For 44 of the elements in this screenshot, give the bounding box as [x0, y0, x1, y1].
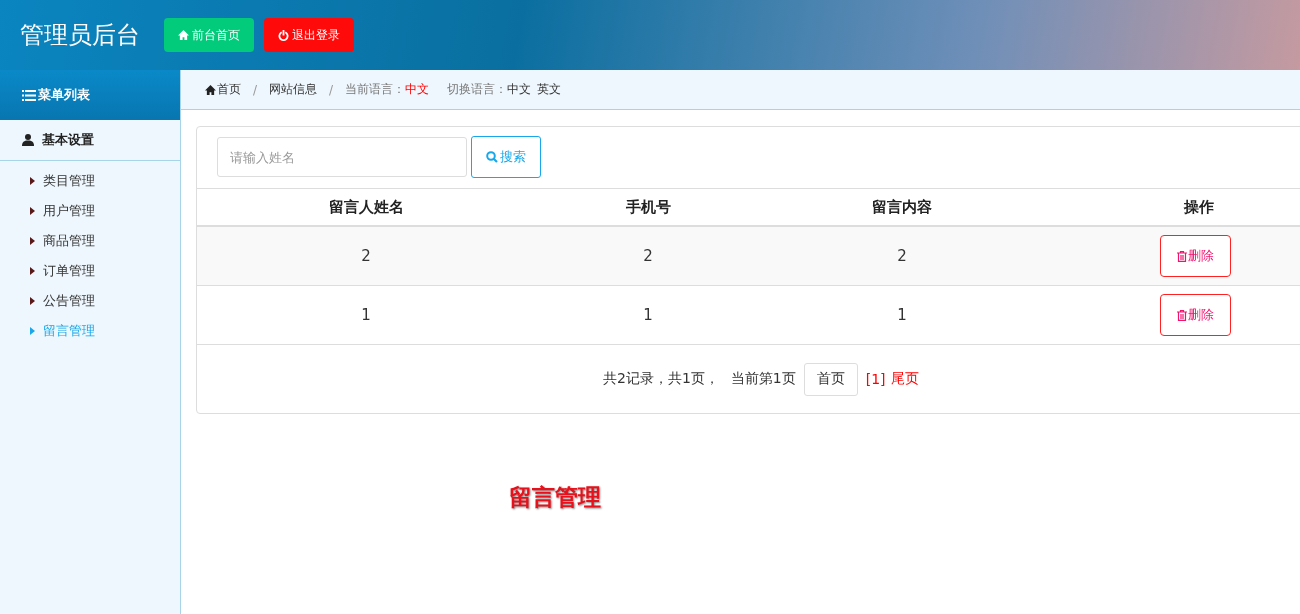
trash-icon — [1177, 250, 1187, 262]
user-icon — [22, 134, 34, 146]
caret-icon — [30, 267, 35, 275]
page-title: 留言管理 — [509, 482, 602, 512]
language-label: 当前语言： — [345, 81, 406, 98]
table-cell: 2 — [761, 227, 1043, 286]
breadcrumb-link[interactable]: 首页 — [205, 81, 241, 98]
current-language: 中文 — [405, 81, 430, 98]
table-cell: 2 — [197, 227, 535, 286]
first-page-button[interactable]: 首页 — [803, 362, 858, 396]
caret-icon — [30, 207, 35, 215]
table-cell: 2 — [535, 227, 761, 286]
menu-title-text: 菜单列表 — [38, 86, 90, 104]
sidebar-item[interactable]: 公告管理 — [0, 286, 180, 316]
home-icon — [205, 84, 216, 95]
language-link[interactable]: 英文 — [537, 81, 562, 98]
app-title: 管理员后台 — [20, 20, 140, 50]
sidebar-item[interactable]: 商品管理 — [0, 226, 180, 256]
trash-icon — [1177, 309, 1187, 321]
power-icon — [278, 29, 289, 41]
caret-icon — [30, 297, 35, 305]
list-icon — [22, 89, 36, 101]
last-page-link[interactable]: 尾页 — [890, 370, 919, 388]
sidebar-item[interactable]: 订单管理 — [0, 256, 180, 286]
record-summary: 共2记录，共1页， — [603, 370, 719, 388]
home-icon — [178, 30, 189, 40]
breadcrumb-link[interactable]: 网站信息 — [269, 81, 318, 98]
caret-icon — [30, 237, 35, 245]
name-search-field[interactable]: 请输入姓名 — [217, 137, 467, 177]
breadcrumb-separator: / — [329, 82, 334, 97]
switch-language-label: 切换语言： — [447, 81, 508, 98]
caret-icon — [30, 327, 35, 335]
menu-group[interactable]: 基本设置 — [0, 120, 180, 161]
page-link[interactable]: [1] — [865, 371, 886, 387]
breadcrumb-separator: / — [253, 82, 258, 97]
delete-button[interactable]: 删除 — [1160, 294, 1231, 336]
sidebar-item[interactable]: 用户管理 — [0, 196, 180, 226]
sidebar-item[interactable]: 类目管理 — [0, 166, 180, 196]
logout-button[interactable]: 退出登录 — [264, 18, 354, 52]
current-page-text: 当前第1页 — [730, 370, 796, 388]
caret-icon — [30, 177, 35, 185]
search-icon — [486, 151, 498, 163]
language-link[interactable]: 中文 — [507, 81, 532, 98]
delete-button[interactable]: 删除 — [1160, 235, 1231, 277]
